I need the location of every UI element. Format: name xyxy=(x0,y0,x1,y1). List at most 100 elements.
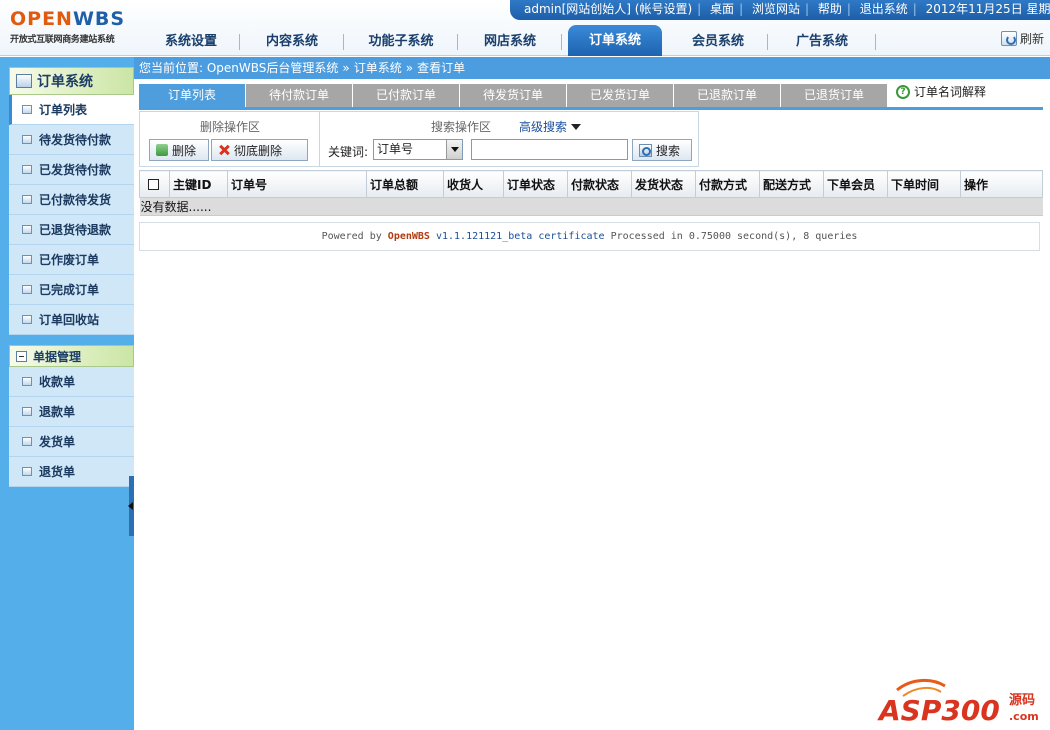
col-total[interactable]: 订单总额 xyxy=(366,170,444,198)
col-shipping-status[interactable]: 发货状态 xyxy=(631,170,696,198)
tab-pending-ship[interactable]: 待发货订单 xyxy=(460,84,566,107)
sidebar-item-shipments[interactable]: 发货单 xyxy=(9,427,134,457)
account-settings-link[interactable]: (帐号设置) xyxy=(635,2,692,16)
tab-returned[interactable]: 已退货订单 xyxy=(781,84,887,107)
footer-brand-link[interactable]: OpenWBS xyxy=(388,231,430,242)
delete-button[interactable]: 删除 xyxy=(149,139,209,161)
select-all-cell xyxy=(139,170,170,198)
delete-zone: 删除操作区 删除 彻底删除 xyxy=(140,112,320,166)
col-consignee[interactable]: 收货人 xyxy=(443,170,504,198)
main-content: 您当前位置: OpenWBS后台管理系统» 订单系统» 查看订单 订单列表 待付款订… xyxy=(134,57,1050,730)
list-bullet-icon xyxy=(22,285,32,294)
glossary-link[interactable]: ? 订单名词解释 xyxy=(896,83,986,100)
logo-wordmark: OPENWBS xyxy=(10,8,126,30)
sidebar-item-completed[interactable]: 已完成订单 xyxy=(9,275,134,305)
collapse-icon xyxy=(16,350,27,362)
list-bullet-icon xyxy=(22,437,32,446)
main-nav: 系统设置 内容系统 功能子系统 网店系统 订单系统 会员系统 广告系统 xyxy=(142,24,876,56)
tab-unpaid[interactable]: 待付款订单 xyxy=(246,84,352,107)
sidebar-item-order-list[interactable]: 订单列表 xyxy=(9,95,134,125)
select-all-checkbox[interactable] xyxy=(148,179,159,190)
sidebar-item-pending-ship-unpaid[interactable]: 待发货待付款 xyxy=(9,125,134,155)
list-bullet-icon xyxy=(22,377,32,386)
tab-shipped[interactable]: 已发货订单 xyxy=(567,84,673,107)
advanced-search-toggle[interactable]: 高级搜索 xyxy=(519,118,582,135)
table-row: 没有数据...... xyxy=(139,197,1043,216)
monitor-icon xyxy=(16,74,32,88)
nav-item-ads[interactable]: 广告系统 xyxy=(768,28,876,56)
desktop-link[interactable]: 桌面 xyxy=(710,2,734,16)
col-order-time[interactable]: 下单时间 xyxy=(887,170,961,198)
col-order-status[interactable]: 订单状态 xyxy=(503,170,568,198)
logo[interactable]: OPENWBS 开放式互联网商务建站系统 xyxy=(10,8,138,48)
col-payment-method[interactable]: 付款方式 xyxy=(695,170,760,198)
watermark-suffix: 源码 xyxy=(1009,692,1035,708)
sidebar-group-header[interactable]: 订单系统 xyxy=(9,67,134,95)
tab-refunded[interactable]: 已退款订单 xyxy=(674,84,780,107)
sidebar-group-header[interactable]: 单据管理 xyxy=(9,345,134,367)
list-bullet-icon xyxy=(22,195,32,204)
nav-item-members[interactable]: 会员系统 xyxy=(668,28,768,56)
watermark-text: ASP300 xyxy=(877,694,1000,726)
sidebar-item-voided[interactable]: 已作废订单 xyxy=(9,245,134,275)
nav-item-system-settings[interactable]: 系统设置 xyxy=(142,28,240,56)
delete-zone-title: 删除操作区 xyxy=(199,120,260,134)
logout-link[interactable]: 退出系统 xyxy=(860,2,908,16)
chevron-down-icon xyxy=(571,123,582,130)
sidebar-item-returned-pending-refund[interactable]: 已退货待退款 xyxy=(9,215,134,245)
browse-site-link[interactable]: 浏览网站 xyxy=(752,2,800,16)
help-link[interactable]: 帮助 xyxy=(818,2,842,16)
breadcrumb-item-view-orders: 查看订单 xyxy=(417,61,466,75)
recycle-icon xyxy=(156,144,168,156)
col-member[interactable]: 下单会员 xyxy=(823,170,888,198)
refresh-button[interactable]: 刷新 xyxy=(1000,30,1044,47)
breadcrumb-item-admin[interactable]: OpenWBS后台管理系统 xyxy=(207,61,339,75)
col-delivery-method[interactable]: 配送方式 xyxy=(759,170,824,198)
close-icon xyxy=(218,144,230,156)
nav-item-shop[interactable]: 网店系统 xyxy=(458,28,562,56)
tab-order-list[interactable]: 订单列表 xyxy=(139,84,245,107)
current-date: 2012年11月25日 星期日 xyxy=(925,2,1050,16)
keyword-label: 关键词: xyxy=(328,145,369,159)
search-zone: 搜索操作区 高级搜索 关键词: 订单号 搜索 xyxy=(321,112,700,166)
sidebar: 订单系统 订单列表 待发货待付款 已发货待付款 已付款待发货 已退货待退款 已作… xyxy=(0,57,134,730)
sidebar-item-paid-pending-ship[interactable]: 已付款待发货 xyxy=(9,185,134,215)
sidebar-item-shipped-unpaid[interactable]: 已发货待付款 xyxy=(9,155,134,185)
col-id[interactable]: 主键ID xyxy=(169,170,228,198)
logo-tagline: 开放式互联网商务建站系统 xyxy=(10,35,115,45)
list-bullet-icon xyxy=(22,315,32,324)
list-bullet-icon xyxy=(22,165,32,174)
footer-version: v1.1.121121_beta certificate xyxy=(429,231,605,242)
search-zone-title: 搜索操作区 xyxy=(431,120,492,134)
order-tabs: 订单列表 待付款订单 已付款订单 待发货订单 已发货订单 已退款订单 已退货订单 xyxy=(139,84,888,107)
list-bullet-icon xyxy=(22,407,32,416)
sidebar-item-recycle-bin[interactable]: 订单回收站 xyxy=(9,305,134,335)
purge-button[interactable]: 彻底删除 xyxy=(211,139,308,161)
keyword-field-select[interactable]: 订单号 xyxy=(373,139,463,160)
nav-item-orders[interactable]: 订单系统 xyxy=(568,25,662,56)
col-order-no[interactable]: 订单号 xyxy=(227,170,367,198)
tab-underline xyxy=(139,107,1043,110)
search-button[interactable]: 搜索 xyxy=(632,139,692,161)
list-bullet-icon xyxy=(22,105,32,114)
sidebar-group-documents: 单据管理 收款单 退款单 发货单 退货单 xyxy=(9,345,134,487)
nav-item-content[interactable]: 内容系统 xyxy=(240,28,344,56)
operations-panel: 删除操作区 删除 彻底删除 搜索操作区 高级搜索 关键词: 订单号 搜索 xyxy=(139,111,699,167)
asp300-watermark: ASP300 源码 .com xyxy=(877,679,1039,726)
dropdown-arrow-icon xyxy=(446,140,462,159)
tab-paid[interactable]: 已付款订单 xyxy=(353,84,459,107)
keyword-input[interactable] xyxy=(471,139,628,160)
table-header-row: 主键ID 订单号 订单总额 收货人 订单状态 付款状态 发货状态 付款方式 配送… xyxy=(139,170,1043,198)
list-bullet-icon xyxy=(22,467,32,476)
sidebar-item-receipts[interactable]: 收款单 xyxy=(9,367,134,397)
empty-message: 没有数据...... xyxy=(139,197,1043,216)
list-bullet-icon xyxy=(22,135,32,144)
header: OPENWBS 开放式互联网商务建站系统 admin[网站创始人] (帐号设置)… xyxy=(0,0,1050,56)
nav-item-subsystems[interactable]: 功能子系统 xyxy=(344,28,458,56)
search-icon xyxy=(639,143,652,157)
sidebar-item-returns[interactable]: 退货单 xyxy=(9,457,134,487)
breadcrumb-item-orders[interactable]: 订单系统 xyxy=(354,61,402,75)
sidebar-item-refunds[interactable]: 退款单 xyxy=(9,397,134,427)
col-payment-status[interactable]: 付款状态 xyxy=(567,170,632,198)
watermark-domain: .com xyxy=(1009,710,1039,723)
